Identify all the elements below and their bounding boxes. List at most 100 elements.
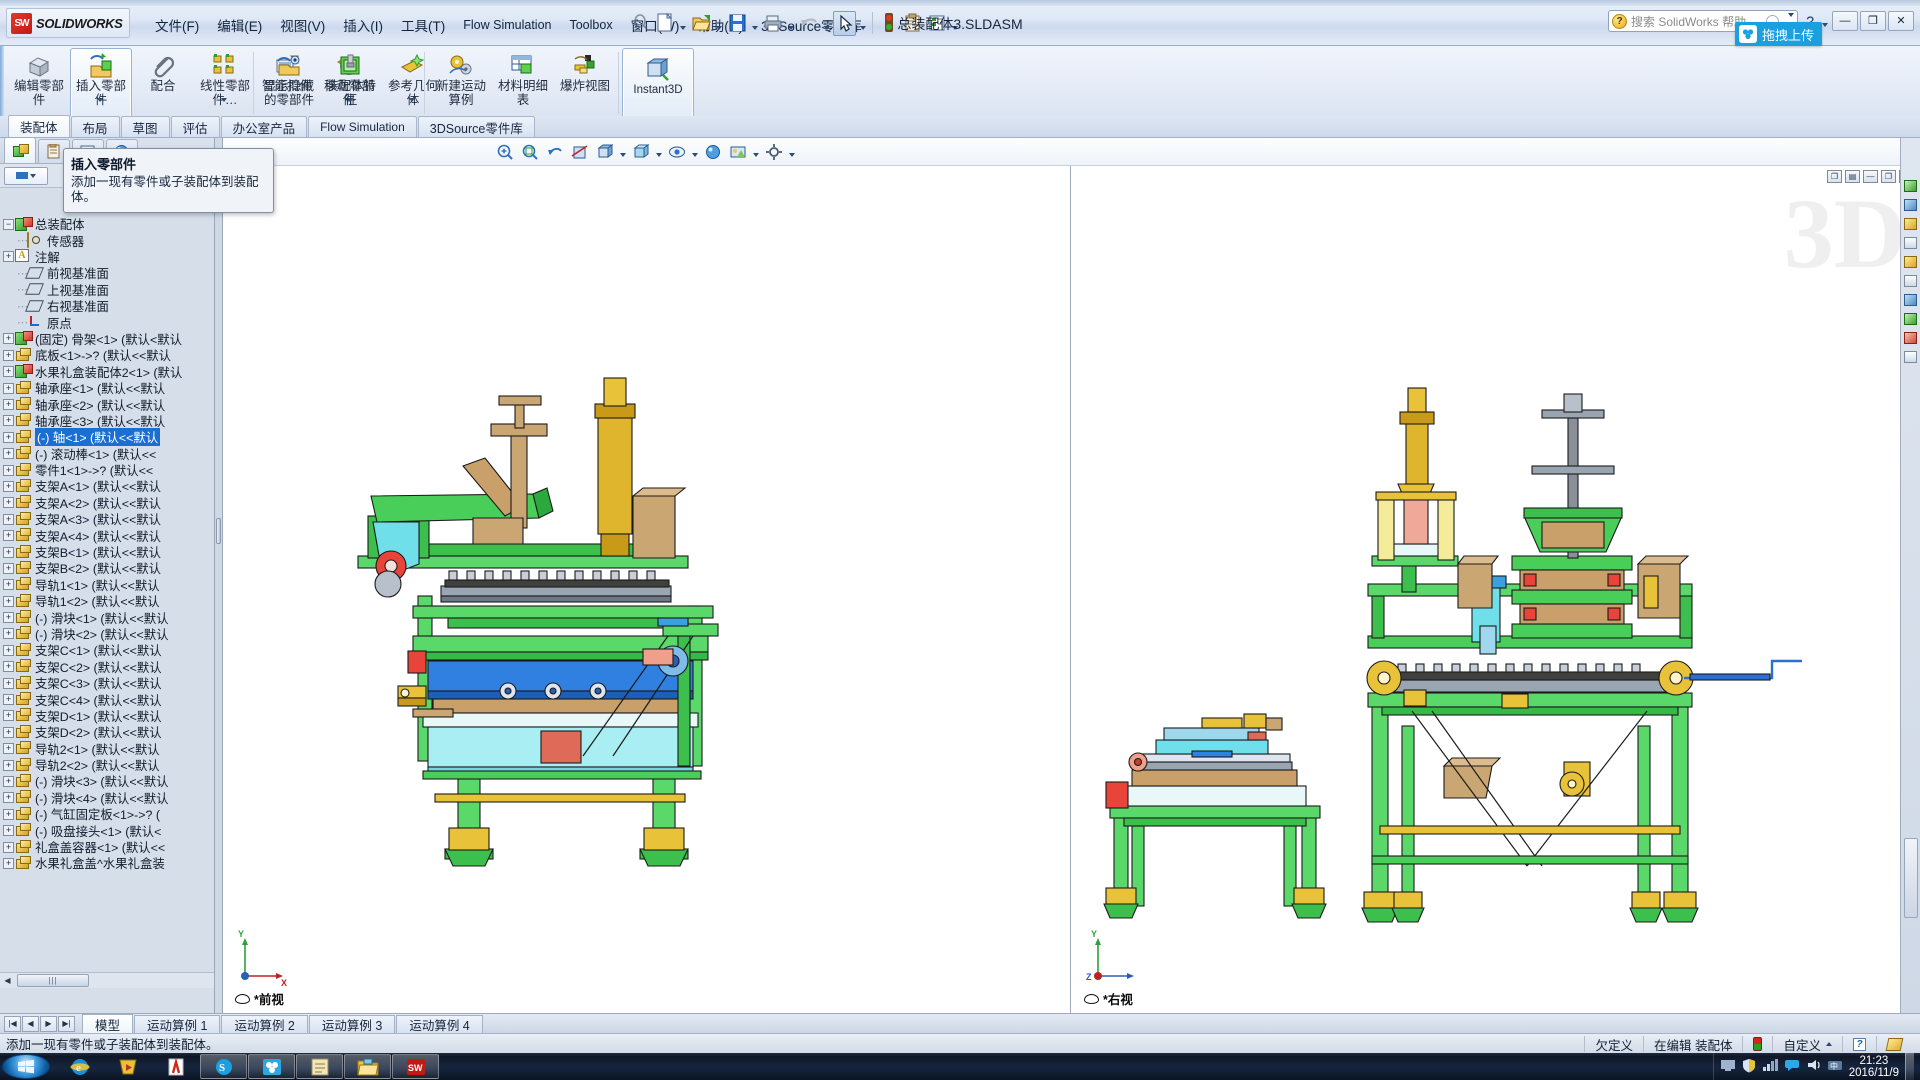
tree-expander[interactable]: + bbox=[3, 596, 14, 607]
tray-chat-icon[interactable] bbox=[1784, 1058, 1800, 1075]
menu-edit[interactable]: 编辑(E) bbox=[208, 11, 271, 39]
print-icon[interactable] bbox=[761, 11, 784, 36]
tree-node-component[interactable]: + 支架D<2> (默认<<默认 bbox=[0, 724, 214, 740]
tree-expander[interactable]: + bbox=[3, 842, 14, 853]
scroll-thumb[interactable]: ||| bbox=[17, 974, 89, 987]
rebuild-traffic-light-icon[interactable] bbox=[877, 11, 900, 36]
taskbar-pdf-reader[interactable] bbox=[152, 1054, 199, 1079]
tree-expander[interactable]: + bbox=[3, 383, 14, 394]
last-study-button[interactable]: ▶| bbox=[58, 1016, 75, 1032]
select-cursor-icon[interactable] bbox=[833, 11, 856, 36]
scroll-left-arrow[interactable]: ◀ bbox=[0, 974, 15, 988]
tag-status-icon[interactable] bbox=[1876, 1036, 1912, 1052]
rebuild-traffic-light-icon[interactable] bbox=[1742, 1036, 1772, 1052]
tree-node-component[interactable]: + 支架D<1> (默认<<默认 bbox=[0, 708, 214, 724]
tree-node-component[interactable]: + 零件1<1>->? (默认<< bbox=[0, 462, 214, 478]
tree-expander[interactable]: + bbox=[3, 809, 14, 820]
options-clipboard-icon[interactable] bbox=[901, 11, 924, 36]
view-settings-caret[interactable] bbox=[787, 140, 797, 164]
taskbar-solidworks[interactable]: SW bbox=[392, 1054, 439, 1079]
zoom-to-fit-icon[interactable] bbox=[493, 140, 517, 164]
tree-expander[interactable]: + bbox=[3, 497, 14, 508]
tray-input-icon[interactable]: 中 bbox=[1827, 1058, 1843, 1075]
viewport-front[interactable]: X Y *前视 bbox=[223, 166, 1071, 1018]
tree-node-annotations[interactable]: + A 注解 bbox=[0, 249, 214, 265]
apply-scene-caret[interactable] bbox=[751, 140, 761, 164]
tree-node-component[interactable]: + (-) 滑块<1> (默认<<默认 bbox=[0, 609, 214, 625]
tab-motion-study-1[interactable]: 运动算例 1 bbox=[134, 1015, 220, 1033]
tree-expander[interactable]: + bbox=[3, 399, 14, 410]
tree-node-component[interactable]: + 支架C<1> (默认<<默认 bbox=[0, 642, 214, 658]
previous-view-icon[interactable] bbox=[543, 140, 567, 164]
undo-icon[interactable] bbox=[797, 11, 820, 36]
tree-node-component[interactable]: + (-) 滚动棒<1> (默认<< bbox=[0, 445, 214, 461]
zoom-to-area-icon[interactable] bbox=[518, 140, 542, 164]
tree-expander[interactable]: + bbox=[3, 415, 14, 426]
menu-toolbox[interactable]: Toolbox bbox=[560, 14, 621, 36]
tab-evaluate[interactable]: 评估 bbox=[171, 116, 220, 137]
tab-assembly[interactable]: 装配体 bbox=[8, 115, 70, 137]
panel-splitter[interactable] bbox=[215, 138, 223, 1018]
tree-expander[interactable]: + bbox=[3, 678, 14, 689]
custom-properties-icon[interactable] bbox=[1903, 349, 1919, 365]
insert-components-dropdown-caret[interactable] bbox=[97, 103, 103, 117]
menu-tools[interactable]: 工具(T) bbox=[392, 11, 454, 39]
search-icon[interactable] bbox=[1903, 292, 1919, 308]
minimize-button[interactable]: — bbox=[1832, 11, 1858, 31]
splitter-grip[interactable] bbox=[216, 518, 221, 544]
tree-node-component[interactable]: + 轴承座<3> (默认<<默认 bbox=[0, 413, 214, 429]
tree-node-sensors[interactable]: ⋯ 传感器 bbox=[0, 232, 214, 248]
instant3d-button[interactable]: Instant3D bbox=[622, 48, 694, 118]
print-caret[interactable] bbox=[785, 11, 796, 36]
tray-volume-icon[interactable] bbox=[1806, 1058, 1821, 1075]
decals-icon[interactable] bbox=[1903, 235, 1919, 251]
tree-expander[interactable]: + bbox=[3, 579, 14, 590]
taskbar-internet-explorer[interactable]: e bbox=[56, 1054, 103, 1079]
tree-expander[interactable]: + bbox=[3, 661, 14, 672]
tree-node-component[interactable]: + 导轨2<2> (默认<<默认 bbox=[0, 757, 214, 773]
new-document-caret[interactable] bbox=[677, 11, 688, 36]
tree-expander[interactable]: + bbox=[3, 333, 14, 344]
tree-expander[interactable]: + bbox=[3, 366, 14, 377]
tab-flow-simulation[interactable]: Flow Simulation bbox=[308, 116, 417, 137]
scenes-icon[interactable] bbox=[1903, 216, 1919, 232]
select-caret[interactable] bbox=[857, 11, 868, 36]
tree-expander[interactable]: + bbox=[3, 727, 14, 738]
tree-node-component[interactable]: + 水果礼盒盖^水果礼盒装 bbox=[0, 855, 214, 871]
tree-node-component[interactable]: + 导轨2<1> (默认<<默认 bbox=[0, 741, 214, 757]
view-settings-icon[interactable] bbox=[762, 140, 786, 164]
assembly-features-dropdown-caret[interactable] bbox=[347, 103, 353, 117]
tree-expander[interactable]: − bbox=[3, 219, 14, 230]
tree-expander[interactable]: + bbox=[3, 448, 14, 459]
tree-node-component[interactable]: + 轴承座<2> (默认<<默认 bbox=[0, 396, 214, 412]
display-style-icon[interactable] bbox=[629, 140, 653, 164]
customize-status-bar-button[interactable]: 自定义 bbox=[1772, 1036, 1842, 1052]
tree-node-component[interactable]: + 导轨1<2> (默认<<默认 bbox=[0, 593, 214, 609]
tree-node-component[interactable]: + 礼盒盖容器<1> (默认<< bbox=[0, 839, 214, 855]
tab-model[interactable]: 模型 bbox=[82, 1014, 133, 1034]
file-explorer-icon[interactable] bbox=[1903, 273, 1919, 289]
tree-node-component[interactable]: + (固定) 骨架<1> (默认<默认 bbox=[0, 331, 214, 347]
tree-expander[interactable]: + bbox=[3, 350, 14, 361]
tray-network-icon[interactable] bbox=[1762, 1058, 1778, 1075]
save-icon[interactable] bbox=[725, 11, 748, 36]
graphics-vertical-scrollbar[interactable] bbox=[1904, 838, 1918, 918]
properties-caret[interactable] bbox=[949, 11, 960, 36]
open-document-caret[interactable] bbox=[713, 11, 724, 36]
tree-expander[interactable]: + bbox=[3, 694, 14, 705]
view-palette-2-icon[interactable] bbox=[1903, 311, 1919, 327]
assembly-features-button[interactable]: 装配体特征 bbox=[320, 48, 382, 118]
tree-node-component[interactable]: + 轴承座<1> (默认<<默认 bbox=[0, 380, 214, 396]
tree-node-component[interactable]: + 水果礼盒装配体2<1> (默认 bbox=[0, 364, 214, 380]
edit-appearance-icon[interactable] bbox=[701, 140, 725, 164]
hide-show-items-icon[interactable] bbox=[665, 140, 689, 164]
tree-node-component[interactable]: + 支架A<1> (默认<<默认 bbox=[0, 478, 214, 494]
taskbar-explorer[interactable] bbox=[344, 1054, 391, 1079]
tree-node-component[interactable]: + (-) 气缸固定板<1>->? ( bbox=[0, 806, 214, 822]
taskbar-media-player[interactable] bbox=[104, 1054, 151, 1079]
tray-shield-icon[interactable] bbox=[1742, 1058, 1756, 1076]
solidworks-logo[interactable]: SW SOLIDWORKS bbox=[6, 8, 130, 38]
tree-node-component[interactable]: + 支架A<4> (默认<<默认 bbox=[0, 527, 214, 543]
menu-view[interactable]: 视图(V) bbox=[271, 11, 334, 39]
tree-expander[interactable]: + bbox=[3, 481, 14, 492]
